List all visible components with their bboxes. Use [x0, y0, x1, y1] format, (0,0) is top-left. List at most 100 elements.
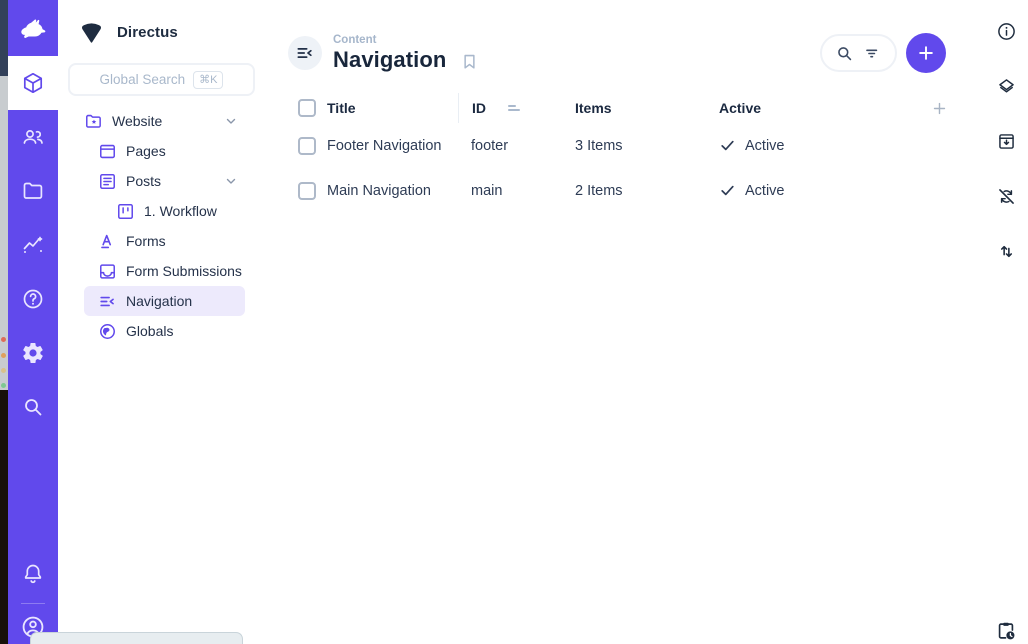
desktop-dot — [1, 383, 6, 388]
box-icon — [21, 71, 45, 95]
tree-item-workflow[interactable]: 1. Workflow — [58, 196, 265, 226]
layers-icon[interactable] — [995, 75, 1017, 97]
search-icon — [21, 395, 45, 419]
module-settings[interactable] — [8, 326, 58, 380]
desktop-background-strip — [0, 0, 8, 644]
sync-disabled-icon[interactable] — [995, 185, 1017, 207]
tree-item-label: 1. Workflow — [144, 203, 217, 219]
collection-icon-button[interactable] — [288, 36, 322, 70]
folder-icon — [21, 179, 45, 203]
info-icon[interactable] — [995, 20, 1017, 42]
module-files[interactable] — [8, 164, 58, 218]
tree-item-website[interactable]: Website — [58, 106, 265, 136]
window-icon — [98, 142, 117, 161]
cell-title: Main Navigation — [327, 183, 458, 199]
archive-download-icon[interactable] — [995, 130, 1017, 152]
desktop-strip-top — [0, 0, 8, 76]
tree-item-posts[interactable]: Posts — [58, 166, 265, 196]
plus-icon — [916, 43, 936, 63]
module-content[interactable] — [8, 56, 58, 110]
letter-a-icon — [98, 232, 117, 251]
items-table: Title ID Items Active Footer Navigation … — [265, 93, 984, 213]
tree-item-form-submissions[interactable]: Form Submissions — [58, 256, 265, 286]
people-icon — [21, 125, 45, 149]
global-search-placeholder: Global Search — [100, 72, 186, 87]
import-export-icon[interactable] — [995, 240, 1017, 262]
breadcrumb: Content — [333, 34, 446, 46]
cell-active: Active — [719, 137, 919, 154]
directus-logo-button[interactable] — [8, 0, 58, 56]
cell-id: footer — [458, 138, 575, 154]
module-bar — [8, 0, 58, 644]
project-header[interactable]: Directus — [58, 12, 265, 55]
kanban-icon — [116, 202, 135, 221]
shortcut-badge: ⌘K — [193, 71, 223, 89]
search-icon[interactable] — [835, 44, 854, 63]
tree-item-forms[interactable]: Forms — [58, 226, 265, 256]
help-icon — [21, 287, 45, 311]
module-search[interactable] — [8, 380, 58, 434]
collections-tree: Website Pages Posts — [58, 106, 265, 346]
tree-item-label: Globals — [126, 323, 173, 339]
table-row[interactable]: Footer Navigation footer 3 Items Active — [265, 123, 984, 168]
check-icon — [719, 137, 736, 154]
page-title: Navigation — [333, 47, 446, 73]
column-header-items[interactable]: Items — [575, 100, 719, 116]
select-all-checkbox[interactable] — [298, 99, 316, 117]
right-sidebar — [984, 0, 1028, 644]
add-column-button[interactable] — [919, 100, 959, 117]
search-filter-pill — [820, 34, 897, 72]
column-header-active[interactable]: Active — [719, 100, 919, 116]
inbox-icon — [98, 262, 117, 281]
tree-item-label: Pages — [126, 143, 166, 159]
chevron-down-icon[interactable] — [224, 114, 238, 128]
page-header: Content Navigation — [265, 0, 984, 73]
cell-active: Active — [719, 182, 919, 199]
tree-item-globals[interactable]: Globals — [58, 316, 265, 346]
chevron-down-icon[interactable] — [224, 174, 238, 188]
row-checkbox[interactable] — [298, 182, 316, 200]
tree-item-label: Navigation — [126, 293, 192, 309]
main-content: Content Navigation — [265, 0, 984, 644]
module-docs[interactable] — [8, 272, 58, 326]
folder-star-icon — [84, 112, 103, 131]
browser-status-bar — [30, 632, 243, 644]
notifications-button[interactable] — [8, 551, 58, 597]
wedge-logo-icon — [78, 20, 105, 45]
bookmark-icon[interactable] — [460, 52, 479, 73]
column-header-id[interactable]: ID — [458, 93, 575, 123]
filter-icon[interactable] — [863, 44, 882, 63]
tree-item-pages[interactable]: Pages — [58, 136, 265, 166]
global-search-input[interactable]: Global Search ⌘K — [68, 63, 255, 96]
tree-item-label: Forms — [126, 233, 166, 249]
check-icon — [719, 182, 736, 199]
desktop-strip-mid — [0, 76, 8, 390]
gear-icon — [21, 341, 45, 365]
nav-lines-icon — [98, 292, 117, 311]
module-bar-divider — [21, 603, 45, 604]
tree-item-label: Website — [112, 113, 162, 129]
module-insights[interactable] — [8, 218, 58, 272]
pending-actions-icon[interactable] — [995, 620, 1017, 642]
desktop-dot — [1, 337, 6, 342]
module-users[interactable] — [8, 110, 58, 164]
desktop-dot — [1, 368, 6, 373]
sort-icon — [508, 105, 520, 111]
tree-item-navigation[interactable]: Navigation — [84, 286, 245, 316]
cell-title: Footer Navigation — [327, 138, 458, 154]
create-item-button[interactable] — [906, 33, 946, 73]
nav-lines-icon — [295, 43, 315, 63]
title-block: Content Navigation — [333, 34, 446, 73]
globe-icon — [98, 322, 117, 341]
article-icon — [98, 172, 117, 191]
table-row[interactable]: Main Navigation main 2 Items Active — [265, 168, 984, 213]
table-header-row: Title ID Items Active — [265, 93, 984, 123]
navigation-sidebar: Directus Global Search ⌘K Website — [58, 0, 265, 644]
tree-item-label: Form Submissions — [126, 263, 242, 279]
column-header-title[interactable]: Title — [327, 100, 458, 116]
cell-items: 2 Items — [575, 183, 719, 199]
cell-items: 3 Items — [575, 138, 719, 154]
project-name: Directus — [117, 24, 178, 41]
cell-id: main — [458, 183, 575, 199]
row-checkbox[interactable] — [298, 137, 316, 155]
